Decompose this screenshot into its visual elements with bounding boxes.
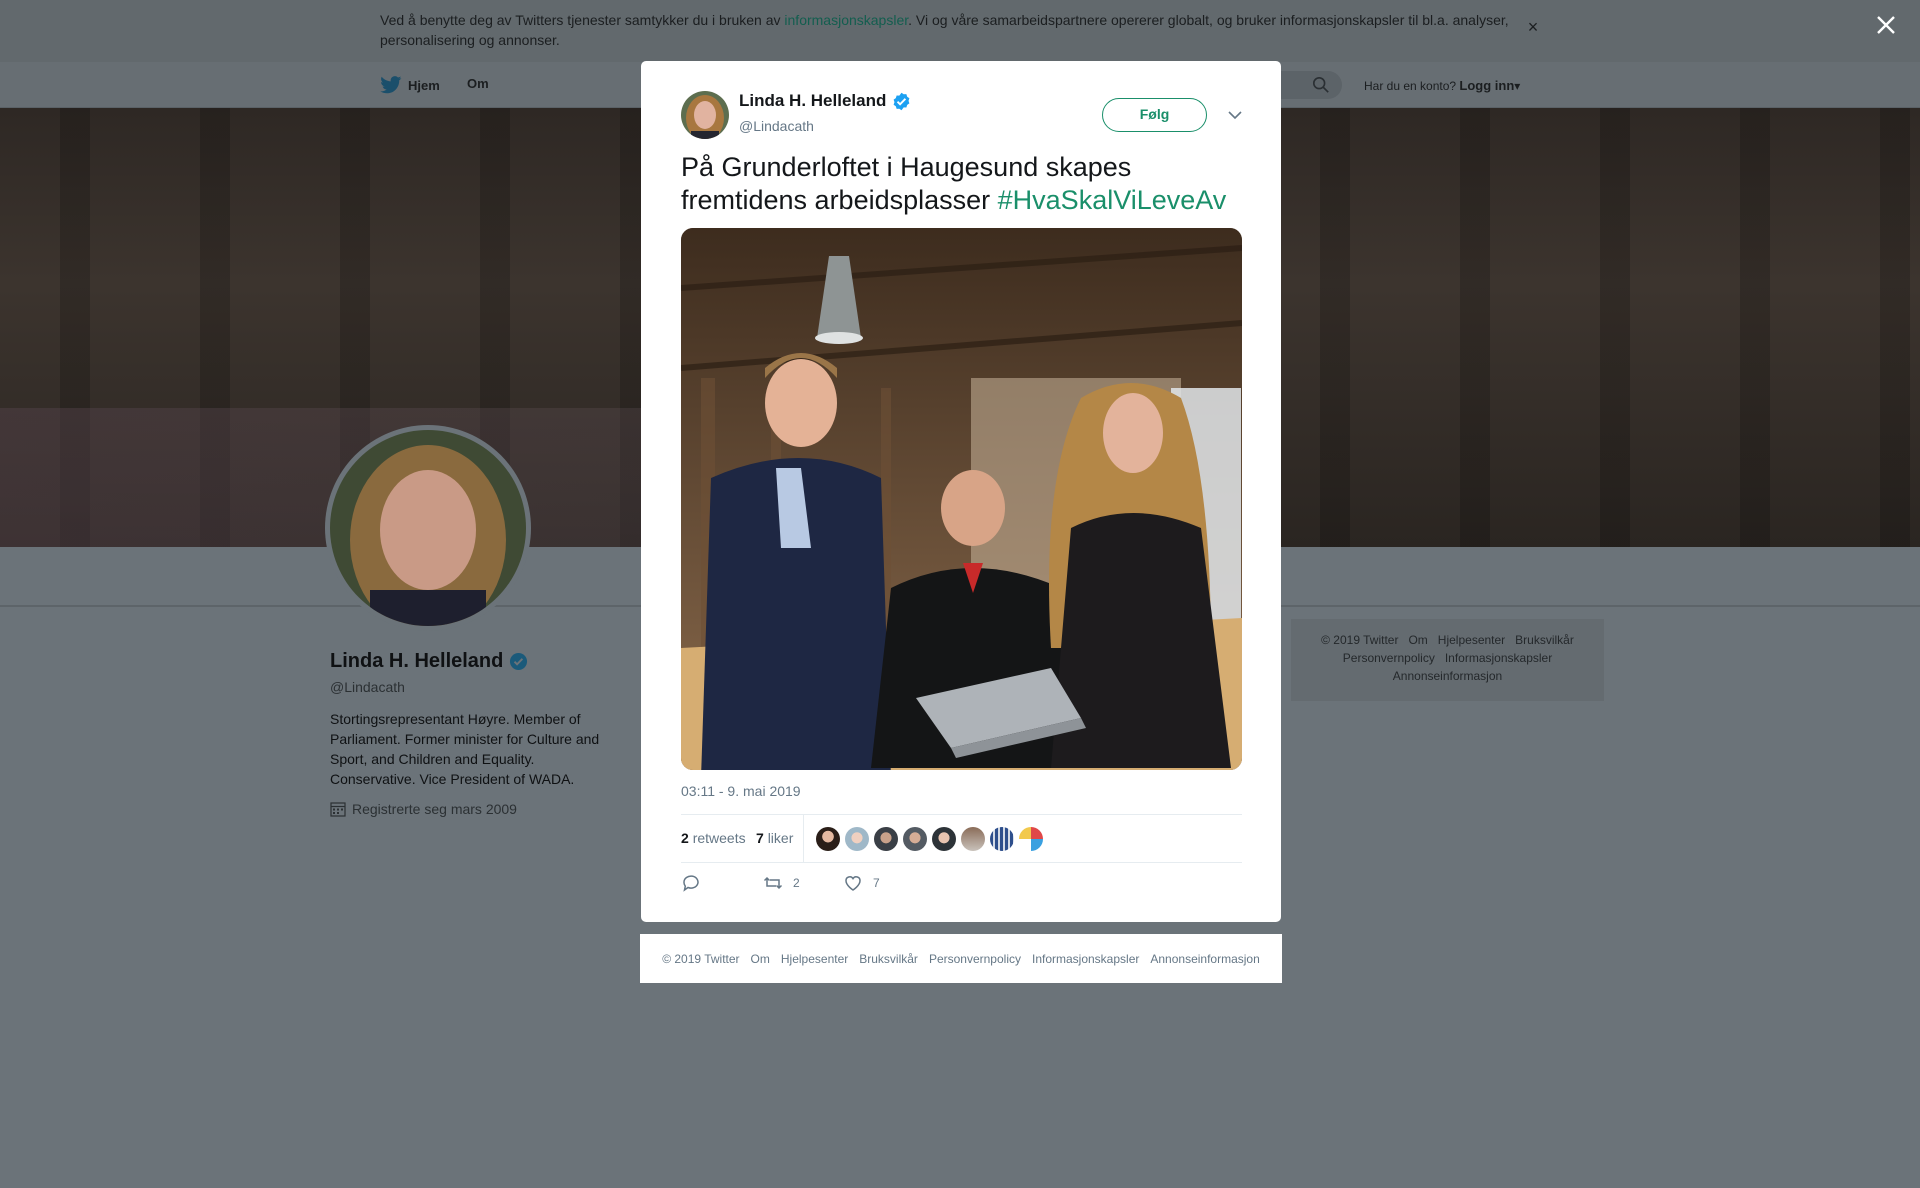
nav-about-link[interactable]: Om	[467, 76, 489, 91]
side-footer-about[interactable]: Om	[1408, 633, 1427, 647]
avatar[interactable]	[845, 827, 869, 851]
cookie-link[interactable]: informasjonskapsler	[784, 12, 908, 28]
modal-footer: © 2019 Twitter Om Hjelpesenter Bruksvilk…	[640, 934, 1282, 983]
profile-avatar-photo	[330, 430, 526, 626]
liker-avatars	[816, 827, 1043, 851]
follow-button[interactable]: Følg	[1102, 98, 1207, 132]
footer-copyright: © 2019 Twitter	[662, 951, 740, 966]
login-area: Har du en konto? Logg inn▾	[1364, 78, 1520, 93]
footer-ads-info[interactable]: Annonseinformasjon	[1150, 952, 1259, 966]
reply-button[interactable]	[681, 873, 701, 893]
footer-privacy[interactable]: Personvernpolicy	[929, 952, 1021, 966]
account-prompt: Har du en konto?	[1364, 79, 1457, 93]
tweet-modal: Linda H. Helleland @Lindacath Følg På Gr…	[641, 61, 1281, 922]
retweets-label: retweets	[692, 830, 746, 846]
side-footer-cookies[interactable]: Informasjonskapsler	[1445, 651, 1552, 665]
avatar[interactable]	[990, 827, 1014, 851]
likes-count: 7	[756, 830, 764, 846]
reply-icon	[683, 875, 699, 892]
footer-cookies[interactable]: Informasjonskapsler	[1032, 952, 1139, 966]
cookie-text-before: Ved å benytte deg av Twitters tjenester …	[380, 12, 785, 28]
login-link[interactable]: Logg inn	[1459, 78, 1514, 93]
avatar[interactable]	[874, 827, 898, 851]
avatar[interactable]	[932, 827, 956, 851]
profile-bio: Stortingsrepresentant Høyre. Member of P…	[330, 711, 600, 787]
nav-home-label: Hjem	[408, 77, 440, 93]
tweet-text: På Grunderloftet i Haugesund skapes frem…	[681, 151, 1251, 217]
avatar[interactable]	[903, 827, 927, 851]
search-icon[interactable]	[1312, 76, 1330, 94]
cookie-notice-text: Ved å benytte deg av Twitters tjenester …	[380, 10, 1520, 50]
calendar-icon	[330, 802, 346, 817]
likes-stat[interactable]: 7 liker	[756, 830, 793, 846]
heart-icon	[845, 876, 861, 891]
profile-joined-text: Registrerte seg mars 2009	[352, 801, 517, 817]
retweets-count: 2	[681, 830, 689, 846]
retweet-button[interactable]: 2	[763, 873, 800, 893]
footer-help[interactable]: Hjelpesenter	[781, 952, 848, 966]
side-footer-help[interactable]: Hjelpesenter	[1438, 633, 1505, 647]
twitter-bird-icon	[380, 76, 402, 94]
tweet-actions: 2 7	[681, 873, 1242, 897]
cookie-close-button[interactable]: ×	[1524, 18, 1542, 36]
profile-name[interactable]: Linda H. Helleland	[330, 650, 620, 673]
profile-avatar[interactable]	[325, 425, 531, 631]
side-footer-privacy[interactable]: Personvernpolicy	[1343, 651, 1435, 665]
side-footer-terms[interactable]: Bruksvilkår	[1515, 633, 1574, 647]
side-footer: © 2019 Twitter Om Hjelpesenter Bruksvilkår …	[1291, 619, 1604, 701]
likes-label: liker	[767, 830, 794, 846]
retweets-stat[interactable]: 2 retweets	[681, 830, 746, 846]
like-button[interactable]: 7	[843, 873, 880, 893]
footer-terms[interactable]: Bruksvilkår	[859, 952, 918, 966]
chevron-down-icon[interactable]	[1225, 105, 1245, 125]
close-icon[interactable]	[1874, 13, 1898, 37]
tweet-author-name-text: Linda H. Helleland	[739, 91, 887, 110]
verified-badge-icon	[510, 652, 528, 671]
cookie-banner: Ved å benytte deg av Twitters tjenester …	[0, 0, 1920, 62]
tweet-hashtag-link[interactable]: #HvaSkalViLeveAv	[998, 185, 1227, 215]
verified-badge-icon	[893, 92, 910, 110]
tweet-author-avatar[interactable]	[681, 91, 729, 139]
side-footer-copyright: © 2019 Twitter	[1321, 633, 1399, 647]
tweet-author-name[interactable]: Linda H. Helleland	[739, 91, 911, 111]
profile-joined: Registrerte seg mars 2009	[330, 801, 620, 817]
profile-handle[interactable]: @Lindacath	[330, 679, 620, 695]
profile-card: Linda H. Helleland @Lindacath Stortingsr…	[330, 650, 620, 817]
avatar[interactable]	[816, 827, 840, 851]
retweet-action-count: 2	[793, 876, 800, 890]
chevron-down-icon[interactable]: ▾	[1514, 79, 1520, 93]
tweet-timestamp[interactable]: 03:11 - 9. mai 2019	[681, 783, 801, 799]
profile-name-text: Linda H. Helleland	[330, 650, 504, 672]
side-footer-ads-info[interactable]: Annonseinformasjon	[1393, 669, 1502, 683]
avatar[interactable]	[961, 827, 985, 851]
nav-home-link[interactable]: Hjem	[380, 76, 440, 94]
footer-about[interactable]: Om	[751, 952, 770, 966]
retweet-icon	[763, 876, 783, 890]
stats-divider	[803, 815, 804, 862]
tweet-author-handle[interactable]: @Lindacath	[739, 118, 814, 134]
tweet-photo[interactable]	[681, 228, 1242, 770]
tweet-stats: 2 retweets 7 liker	[681, 814, 1242, 863]
like-action-count: 7	[873, 876, 880, 890]
avatar[interactable]	[1019, 827, 1043, 851]
